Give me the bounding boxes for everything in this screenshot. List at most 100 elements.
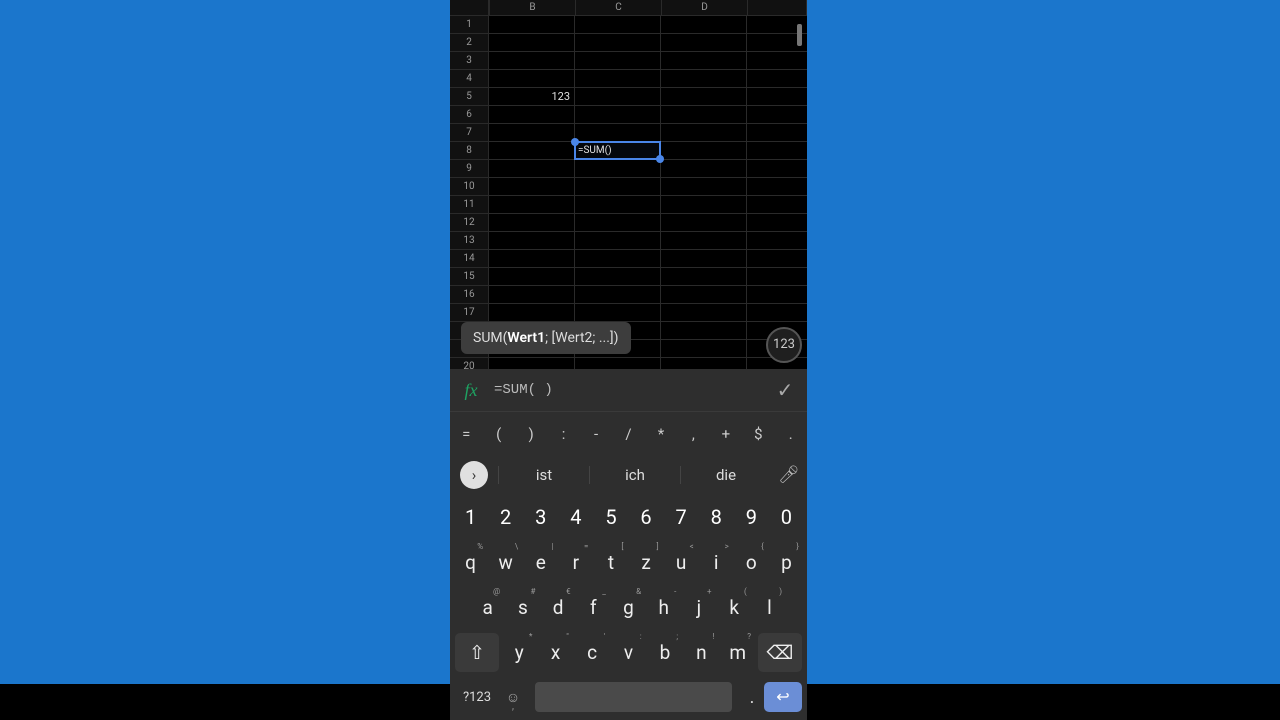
key-9[interactable]: 9: [736, 498, 767, 537]
key-e[interactable]: e|: [525, 543, 556, 582]
cell[interactable]: [489, 106, 575, 124]
cell[interactable]: [489, 160, 575, 178]
cell[interactable]: [661, 250, 747, 268]
cell[interactable]: [575, 70, 661, 88]
key-d[interactable]: d€: [542, 588, 573, 627]
cell[interactable]: [489, 232, 575, 250]
key-i[interactable]: i>: [701, 543, 732, 582]
key-7[interactable]: 7: [666, 498, 697, 537]
symbol-key-8[interactable]: +: [710, 425, 742, 443]
key-z[interactable]: z]: [631, 543, 662, 582]
cell[interactable]: [747, 70, 807, 88]
cell[interactable]: [575, 304, 661, 322]
row-header-6[interactable]: 6: [450, 106, 489, 124]
cell[interactable]: [489, 268, 575, 286]
cell[interactable]: [575, 106, 661, 124]
key-o[interactable]: o{: [736, 543, 767, 582]
key-q[interactable]: q%: [455, 543, 486, 582]
cell[interactable]: [575, 232, 661, 250]
row-header-4[interactable]: 4: [450, 70, 489, 88]
row-header-5[interactable]: 5: [450, 88, 489, 106]
suggestion-3[interactable]: die: [680, 466, 771, 484]
cell[interactable]: [575, 286, 661, 304]
function-signature-tooltip[interactable]: SUM(Wert1; [Wert2; ...]): [461, 322, 631, 354]
cell[interactable]: [747, 160, 807, 178]
cells-grid[interactable]: 123 =SUM(): [489, 16, 807, 369]
key-a[interactable]: a@: [472, 588, 503, 627]
confirm-formula-button[interactable]: ✓: [763, 378, 807, 402]
cell[interactable]: [575, 124, 661, 142]
cell[interactable]: [747, 250, 807, 268]
cell[interactable]: [575, 196, 661, 214]
key-b[interactable]: b;: [649, 633, 681, 672]
row-header-17[interactable]: 17: [450, 304, 489, 322]
key-4[interactable]: 4: [560, 498, 591, 537]
key-0[interactable]: 0: [771, 498, 802, 537]
row-header-12[interactable]: 12: [450, 214, 489, 232]
key-2[interactable]: 2: [490, 498, 521, 537]
cell[interactable]: [489, 52, 575, 70]
cell[interactable]: [575, 160, 661, 178]
symbol-key-7[interactable]: ,: [677, 425, 709, 443]
key-1[interactable]: 1: [455, 498, 486, 537]
key-3[interactable]: 3: [525, 498, 556, 537]
cell[interactable]: [747, 196, 807, 214]
numpad-toggle-button[interactable]: 123: [766, 327, 802, 363]
symbol-key-1[interactable]: (: [482, 425, 514, 443]
key-l[interactable]: l): [754, 588, 785, 627]
cell[interactable]: [661, 268, 747, 286]
cell[interactable]: [747, 178, 807, 196]
key-v[interactable]: v:: [612, 633, 644, 672]
key-p[interactable]: p}: [771, 543, 802, 582]
cell[interactable]: [661, 106, 747, 124]
key-j[interactable]: j+: [683, 588, 714, 627]
cell[interactable]: [489, 286, 575, 304]
cell[interactable]: [489, 250, 575, 268]
key-u[interactable]: u<: [666, 543, 697, 582]
cell[interactable]: [489, 214, 575, 232]
cell[interactable]: [489, 124, 575, 142]
formula-input[interactable]: =SUM( ): [492, 382, 763, 398]
symbol-key-10[interactable]: .: [775, 425, 807, 443]
cell[interactable]: [489, 142, 575, 160]
col-header-d[interactable]: D: [662, 0, 748, 16]
symbol-key-6[interactable]: *: [645, 425, 677, 443]
row-header-10[interactable]: 10: [450, 178, 489, 196]
cell[interactable]: [747, 286, 807, 304]
key-g[interactable]: g&: [613, 588, 644, 627]
symbol-key-5[interactable]: /: [612, 425, 644, 443]
row-header-7[interactable]: 7: [450, 124, 489, 142]
cell[interactable]: [661, 124, 747, 142]
cell[interactable]: [489, 70, 575, 88]
selection-handle-tl[interactable]: [571, 138, 579, 146]
cell[interactable]: [661, 340, 747, 358]
cell[interactable]: [575, 16, 661, 34]
cell[interactable]: [747, 52, 807, 70]
key-w[interactable]: w\: [490, 543, 521, 582]
cell[interactable]: [661, 142, 747, 160]
col-header-b[interactable]: B: [490, 0, 576, 16]
row-header-1[interactable]: 1: [450, 16, 489, 34]
key-k[interactable]: k(: [719, 588, 750, 627]
cell[interactable]: [661, 70, 747, 88]
row-header-3[interactable]: 3: [450, 52, 489, 70]
cell[interactable]: [747, 232, 807, 250]
key-c[interactable]: c': [576, 633, 608, 672]
cell[interactable]: [575, 268, 661, 286]
cell[interactable]: [661, 286, 747, 304]
cell[interactable]: [489, 196, 575, 214]
key-r[interactable]: r=: [560, 543, 591, 582]
cell[interactable]: [661, 16, 747, 34]
cell-b5[interactable]: 123: [489, 88, 575, 106]
cell[interactable]: [661, 52, 747, 70]
cell[interactable]: [747, 142, 807, 160]
spacebar-key[interactable]: [535, 682, 732, 712]
cell[interactable]: [661, 214, 747, 232]
cell[interactable]: [747, 214, 807, 232]
cell[interactable]: [747, 304, 807, 322]
symbol-key-4[interactable]: -: [580, 425, 612, 443]
cell[interactable]: [661, 178, 747, 196]
symbol-key-9[interactable]: $: [742, 425, 774, 443]
key-s[interactable]: s#: [507, 588, 538, 627]
key-f[interactable]: f_: [578, 588, 609, 627]
